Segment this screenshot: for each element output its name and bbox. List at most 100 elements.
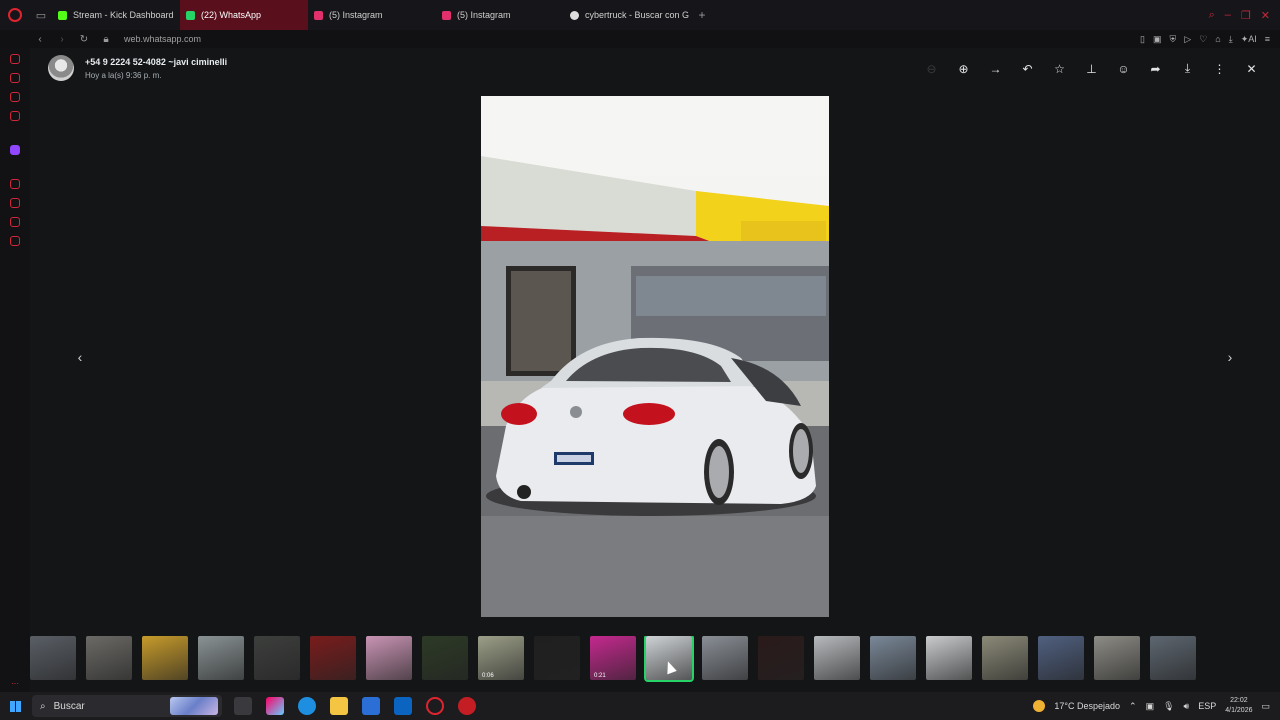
- copilot-icon[interactable]: [266, 697, 284, 715]
- sidebar-extensions-icon[interactable]: [10, 217, 20, 227]
- clock-time: 22:02: [1230, 697, 1248, 704]
- media-thumbnail[interactable]: [534, 636, 580, 680]
- store-icon[interactable]: [362, 697, 380, 715]
- sidebar-history-icon[interactable]: [10, 54, 20, 64]
- search-icon: ⌕: [40, 700, 46, 712]
- media-thumbnail[interactable]: [926, 636, 972, 680]
- windows-taskbar: ⌕ Buscar 17°C Despejado ⌃ ▣ 🎙︎ 🔊︎ ESP 22…: [0, 692, 1280, 720]
- notifications-icon[interactable]: ▭: [1261, 701, 1270, 712]
- play-icon[interactable]: ▷: [1184, 34, 1191, 45]
- tray-apps-icon[interactable]: ▣: [1146, 701, 1155, 712]
- media-thumbnail[interactable]: [254, 636, 300, 680]
- app-red-icon[interactable]: [458, 697, 476, 715]
- sidebar-aria-icon[interactable]: [10, 73, 20, 83]
- tab-whatsapp[interactable]: (22) WhatsApp: [180, 0, 308, 30]
- media-thumbnail[interactable]: 0:21: [590, 636, 636, 680]
- media-thumbnail[interactable]: [86, 636, 132, 680]
- media-thumbnail[interactable]: [758, 636, 804, 680]
- download-icon[interactable]: ⤓: [1179, 60, 1196, 77]
- media-thumbnail[interactable]: [142, 636, 188, 680]
- viewer-header: +54 9 2224 52-4082 ~javi ciminelli Hoy a…: [30, 48, 1280, 88]
- weather-text[interactable]: 17°C Despejado: [1054, 701, 1120, 711]
- emoji-icon[interactable]: ☺: [1115, 60, 1132, 77]
- media-thumbnail[interactable]: [814, 636, 860, 680]
- media-thumbnail[interactable]: [198, 636, 244, 680]
- language-indicator[interactable]: ESP: [1198, 701, 1216, 711]
- google-favicon-icon: [570, 10, 579, 20]
- pin-icon[interactable]: ⊥: [1083, 60, 1100, 77]
- previous-media-button[interactable]: ‹: [70, 347, 90, 367]
- url-field[interactable]: web.whatsapp.com: [124, 34, 201, 44]
- menu-icon[interactable]: ≡: [1265, 34, 1270, 45]
- go-to-message-icon[interactable]: →: [987, 60, 1004, 77]
- media-thumbnail[interactable]: [982, 636, 1028, 680]
- clock[interactable]: 22:02 4/1/2026: [1225, 696, 1252, 716]
- sidebar-player-icon[interactable]: [10, 179, 20, 189]
- media-thumbnail[interactable]: 0:06: [478, 636, 524, 680]
- aria-ai-icon[interactable]: ✦AI: [1241, 34, 1257, 45]
- forward-icon[interactable]: ➦: [1147, 60, 1164, 77]
- media-thumbnail[interactable]: [1038, 636, 1084, 680]
- avatar[interactable]: [48, 55, 74, 81]
- edge-icon[interactable]: [298, 697, 316, 715]
- tab-label: (5) Instagram: [457, 10, 511, 20]
- tab-overview-icon[interactable]: ▭: [30, 0, 52, 30]
- sidebar-pinboard-icon[interactable]: [10, 92, 20, 102]
- reload-icon[interactable]: ↻: [78, 34, 90, 45]
- sidebar-settings-icon[interactable]: [10, 236, 20, 246]
- next-media-button[interactable]: ›: [1220, 347, 1240, 367]
- opera-taskbar-icon[interactable]: [426, 697, 444, 715]
- tray-chevron-icon[interactable]: ⌃: [1129, 701, 1137, 712]
- sidebar-more-icon[interactable]: ⋯: [11, 679, 19, 688]
- maximize-icon[interactable]: ❐: [1241, 9, 1251, 22]
- downloads-icon[interactable]: ⤓: [1229, 34, 1233, 45]
- media-thumbnail[interactable]: [30, 636, 76, 680]
- tab-instagram-1[interactable]: (5) Instagram: [308, 0, 436, 30]
- minimize-icon[interactable]: –: [1225, 9, 1231, 22]
- media-thumbnail[interactable]: [422, 636, 468, 680]
- search-tabs-icon[interactable]: ⌕: [1209, 9, 1215, 22]
- tab-google-search[interactable]: cybertruck - Buscar con G: [564, 0, 692, 30]
- zoom-in-icon[interactable]: ⊕: [955, 60, 972, 77]
- tab-kick[interactable]: Stream - Kick Dashboard: [52, 0, 180, 30]
- kick-favicon-icon: [58, 10, 67, 20]
- more-menu-icon[interactable]: ⋮: [1211, 60, 1228, 77]
- taskbar-search[interactable]: ⌕ Buscar: [32, 695, 222, 717]
- sidebar-clock-icon[interactable]: [10, 198, 20, 208]
- media-thumbnail[interactable]: [1094, 636, 1140, 680]
- media-thumbnail[interactable]: [310, 636, 356, 680]
- shield-icon[interactable]: ⛨: [1170, 34, 1177, 45]
- search-label: Buscar: [53, 700, 85, 712]
- reply-icon[interactable]: ↶: [1019, 60, 1036, 77]
- system-tray: 17°C Despejado ⌃ ▣ 🎙︎ 🔊︎ ESP 22:02 4/1/2…: [1033, 696, 1280, 716]
- media-thumbnail[interactable]: [870, 636, 916, 680]
- close-window-icon[interactable]: ✕: [1261, 9, 1270, 22]
- wallet-icon[interactable]: ⌂: [1215, 34, 1220, 45]
- media-thumbnail[interactable]: [366, 636, 412, 680]
- instagram-favicon-icon: [442, 10, 451, 20]
- microphone-icon[interactable]: 🎙︎: [1163, 701, 1174, 712]
- windows-start-icon[interactable]: [0, 700, 30, 712]
- back-icon[interactable]: ‹: [34, 34, 46, 45]
- close-icon[interactable]: ✕: [1243, 60, 1260, 77]
- media-thumbnail[interactable]: [1150, 636, 1196, 680]
- forward-icon[interactable]: ›: [56, 34, 68, 45]
- video-duration: 0:21: [594, 673, 606, 679]
- lock-icon: 🔒︎: [103, 33, 109, 45]
- sidebar-workspace-icon[interactable]: [10, 111, 20, 121]
- sidebar-twitch-icon[interactable]: [10, 145, 20, 155]
- volume-icon[interactable]: 🔊︎: [1184, 701, 1190, 712]
- opera-logo-icon[interactable]: [0, 0, 30, 30]
- tab-instagram-2[interactable]: (5) Instagram: [436, 0, 564, 30]
- tab-label: Stream - Kick Dashboard: [73, 10, 174, 20]
- new-tab-button[interactable]: +: [692, 8, 712, 22]
- snapshot-icon[interactable]: ▣: [1153, 34, 1162, 45]
- heart-icon[interactable]: ♡: [1199, 34, 1207, 45]
- star-icon[interactable]: ☆: [1051, 60, 1068, 77]
- bookmark-icon[interactable]: ▯: [1140, 34, 1145, 45]
- media-thumbnail[interactable]: [702, 636, 748, 680]
- task-view-icon[interactable]: [234, 697, 252, 715]
- zoom-out-icon: ⊖: [926, 61, 937, 76]
- outlook-icon[interactable]: [394, 697, 412, 715]
- file-explorer-icon[interactable]: [330, 697, 348, 715]
